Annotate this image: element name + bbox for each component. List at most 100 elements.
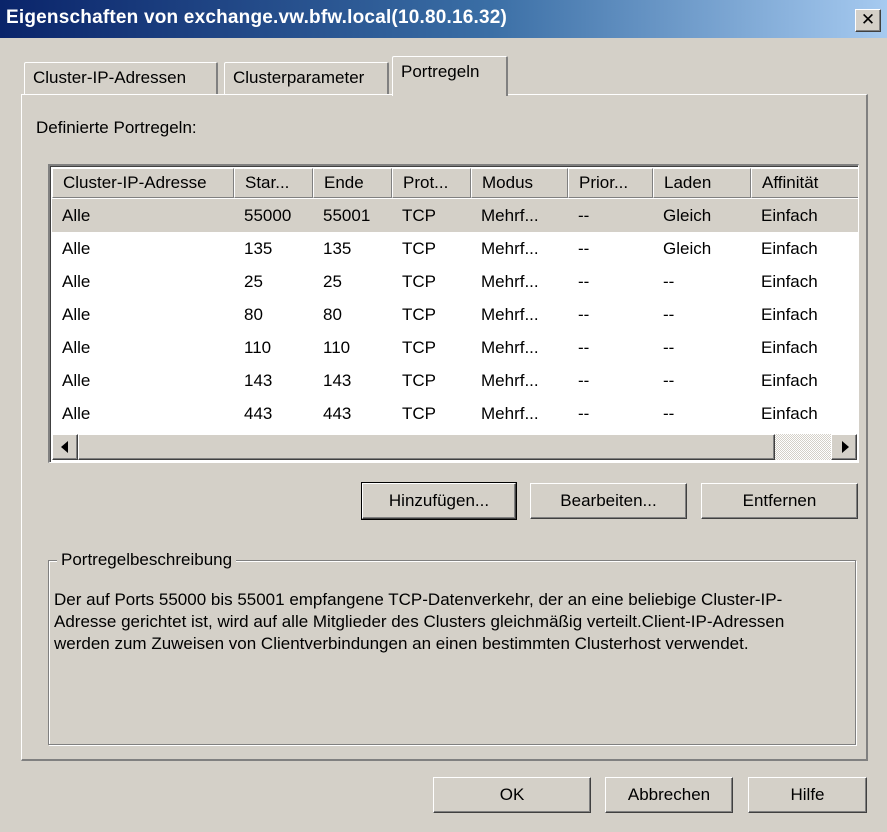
arrow-right-icon bbox=[842, 441, 849, 453]
cell-start: 135 bbox=[244, 239, 273, 258]
cell-affinity: Einfach bbox=[761, 338, 818, 357]
table-row[interactable]: Alle 25 25 TCP Mehrf... -- -- Einfach bbox=[52, 265, 858, 298]
tab-label: Cluster-IP-Adressen bbox=[33, 68, 187, 87]
cell-mode: Mehrf... bbox=[481, 272, 539, 291]
cell-mode: Mehrf... bbox=[481, 338, 539, 357]
cell-cluster-ip: Alle bbox=[62, 272, 91, 291]
cell-start: 80 bbox=[244, 305, 263, 324]
column-header-load[interactable]: Laden bbox=[653, 168, 751, 198]
rule-description-text: Der auf Ports 55000 bis 55001 empfangene… bbox=[54, 590, 785, 653]
table-row[interactable]: Alle 55000 55001 TCP Mehrf... -- Gleich Einfach bbox=[52, 199, 858, 232]
ok-button-label: OK bbox=[499, 785, 525, 804]
column-header-affinity[interactable]: Affinität bbox=[751, 168, 858, 198]
cell-affinity: Einfach bbox=[761, 404, 818, 423]
cancel-button[interactable]: Abbrechen bbox=[605, 777, 733, 813]
cell-load: -- bbox=[663, 404, 675, 423]
remove-button-label: Entfernen bbox=[742, 491, 817, 510]
add-button-label: Hinzufügen... bbox=[388, 491, 490, 510]
help-button[interactable]: Hilfe bbox=[748, 777, 867, 813]
tab-label: Portregeln bbox=[401, 62, 480, 81]
title-bar: Eigenschaften von exchange.vw.bfw.local(… bbox=[0, 0, 887, 38]
column-header-end[interactable]: Ende bbox=[313, 168, 392, 198]
column-header-cluster-ip[interactable]: Cluster-IP-Adresse bbox=[52, 168, 234, 198]
scroll-thumb[interactable] bbox=[78, 434, 775, 460]
table-row[interactable]: Alle 143 143 TCP Mehrf... -- -- Einfach bbox=[52, 364, 858, 397]
table-row[interactable]: Alle 135 135 TCP Mehrf... -- Gleich Einfach bbox=[52, 232, 858, 265]
cell-protocol: TCP bbox=[402, 206, 436, 225]
scroll-right-button[interactable] bbox=[831, 434, 857, 460]
column-header-protocol[interactable]: Prot... bbox=[392, 168, 471, 198]
cell-end: 25 bbox=[323, 272, 342, 291]
close-icon: ✕ bbox=[860, 10, 876, 29]
column-header-priority[interactable]: Prior... bbox=[568, 168, 653, 198]
tab-label: Clusterparameter bbox=[233, 68, 365, 87]
cell-protocol: TCP bbox=[402, 338, 436, 357]
cell-end: 80 bbox=[323, 305, 342, 324]
tab-portregeln[interactable]: Portregeln bbox=[392, 56, 508, 96]
cell-cluster-ip: Alle bbox=[62, 338, 91, 357]
list-header: Cluster-IP-Adresse Star... Ende Prot... … bbox=[52, 168, 858, 198]
cell-end: 143 bbox=[323, 371, 352, 390]
cell-end: 110 bbox=[323, 338, 351, 357]
column-header-start[interactable]: Star... bbox=[234, 168, 313, 198]
cell-priority: -- bbox=[578, 338, 590, 357]
list-rows: Alle 55000 55001 TCP Mehrf... -- Gleich Einfach… bbox=[52, 199, 858, 430]
cell-protocol: TCP bbox=[402, 404, 436, 423]
cell-mode: Mehrf... bbox=[481, 239, 539, 258]
cell-start: 110 bbox=[244, 338, 272, 357]
cell-mode: Mehrf... bbox=[481, 206, 539, 225]
cell-affinity: Einfach bbox=[761, 272, 818, 291]
remove-button[interactable]: Entfernen bbox=[701, 483, 858, 519]
cell-protocol: TCP bbox=[402, 305, 436, 324]
cell-priority: -- bbox=[578, 404, 590, 423]
scroll-left-button[interactable] bbox=[52, 434, 78, 460]
cell-priority: -- bbox=[578, 371, 590, 390]
table-row[interactable]: Alle 80 80 TCP Mehrf... -- -- Einfach bbox=[52, 298, 858, 331]
cell-cluster-ip: Alle bbox=[62, 305, 91, 324]
cell-cluster-ip: Alle bbox=[62, 206, 91, 225]
cell-end: 443 bbox=[323, 404, 352, 423]
defined-rules-label: Definierte Portregeln: bbox=[36, 118, 197, 137]
cell-mode: Mehrf... bbox=[481, 371, 539, 390]
cancel-button-label: Abbrechen bbox=[627, 785, 711, 804]
cell-protocol: TCP bbox=[402, 272, 436, 291]
cell-start: 443 bbox=[244, 404, 273, 423]
cell-start: 25 bbox=[244, 272, 263, 291]
cell-load: Gleich bbox=[663, 206, 712, 225]
ok-button[interactable]: OK bbox=[433, 777, 591, 813]
cell-load: -- bbox=[663, 272, 675, 291]
cell-affinity: Einfach bbox=[761, 239, 818, 258]
cell-mode: Mehrf... bbox=[481, 404, 539, 423]
cell-protocol: TCP bbox=[402, 239, 436, 258]
add-button[interactable]: Hinzufügen... bbox=[361, 482, 517, 520]
rule-description-group: Portregelbeschreibung Der auf Ports 5500… bbox=[48, 550, 856, 745]
cell-load: -- bbox=[663, 305, 675, 324]
scroll-track[interactable] bbox=[775, 434, 831, 460]
table-row[interactable]: Alle 443 443 TCP Mehrf... -- -- Einfach bbox=[52, 397, 858, 430]
column-header-mode[interactable]: Modus bbox=[471, 168, 568, 198]
cell-priority: -- bbox=[578, 305, 590, 324]
cell-cluster-ip: Alle bbox=[62, 404, 91, 423]
group-title: Portregelbeschreibung bbox=[57, 550, 237, 570]
close-button[interactable]: ✕ bbox=[855, 9, 881, 32]
cell-protocol: TCP bbox=[402, 371, 436, 390]
cell-affinity: Einfach bbox=[761, 305, 818, 324]
table-row[interactable]: Alle 110 110 TCP Mehrf... -- -- Einfach bbox=[52, 331, 858, 364]
cell-priority: -- bbox=[578, 239, 590, 258]
tab-cluster-ip-adressen[interactable]: Cluster-IP-Adressen bbox=[24, 62, 218, 94]
window-title: Eigenschaften von exchange.vw.bfw.local(… bbox=[6, 7, 508, 28]
cell-end: 135 bbox=[323, 239, 352, 258]
cell-affinity: Einfach bbox=[761, 371, 818, 390]
cell-priority: -- bbox=[578, 272, 590, 291]
cell-load: Gleich bbox=[663, 239, 712, 258]
cell-start: 143 bbox=[244, 371, 273, 390]
arrow-left-icon bbox=[61, 441, 68, 453]
tab-clusterparameter[interactable]: Clusterparameter bbox=[224, 62, 389, 94]
cell-load: -- bbox=[663, 371, 675, 390]
cell-end: 55001 bbox=[323, 206, 371, 225]
help-button-label: Hilfe bbox=[790, 785, 825, 804]
cell-priority: -- bbox=[578, 206, 590, 225]
edit-button[interactable]: Bearbeiten... bbox=[530, 483, 687, 519]
port-rules-list[interactable]: Cluster-IP-Adresse Star... Ende Prot... … bbox=[48, 164, 859, 463]
horizontal-scrollbar[interactable] bbox=[52, 434, 857, 460]
